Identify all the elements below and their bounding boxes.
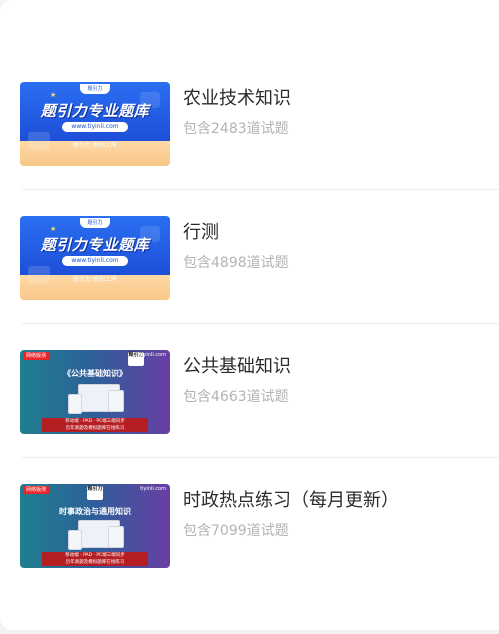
question-bank-card: ★ 题引力 题引力专业题库 www.tiyinli.com 题引力 助你上岸 农… bbox=[0, 0, 499, 630]
divider bbox=[22, 189, 499, 190]
thumbnail-banner: 移动端 · PAD · PC端三端同步 历年真题及模拟题库在线练习 bbox=[42, 418, 148, 432]
list-item-public-basics[interactable]: 网络版测 题引力 tiyinli.com 《公共基础知识》 移动端 · PAD … bbox=[0, 328, 499, 462]
brand-logo: 题引力 bbox=[80, 84, 110, 94]
banner-line: 移动端 · PAD · PC端三端同步 bbox=[65, 419, 125, 424]
thumbnail-caption: 时事政治与通用知识 bbox=[59, 507, 131, 516]
item-title[interactable]: 行测 bbox=[183, 218, 219, 244]
banner-line: 移动端 · PAD · PC端三端同步 bbox=[65, 553, 125, 558]
device-mockup bbox=[68, 384, 124, 414]
star-icon: ★ bbox=[50, 91, 57, 99]
item-question-count: 包含2483道试题 bbox=[183, 121, 289, 137]
question-bank-list: ★ 题引力 题引力专业题库 www.tiyinli.com 题引力 助你上岸 农… bbox=[0, 60, 499, 596]
tablet-screen bbox=[108, 390, 124, 412]
thumbnail-banner: 移动端 · PAD · PC端三端同步 历年真题及模拟题库在线练习 bbox=[42, 552, 148, 566]
item-title[interactable]: 公共基础知识 bbox=[183, 352, 291, 378]
banner-line: 历年真题及模拟题库在线练习 bbox=[65, 560, 125, 565]
thumbnail-image[interactable]: 网络版测 题引力 tiyinli.com 时事政治与通用知识 移动端 · PAD… bbox=[20, 484, 170, 568]
tablet-screen bbox=[108, 526, 124, 548]
thumbnail-image[interactable]: 网络版测 题引力 tiyinli.com 《公共基础知识》 移动端 · PAD … bbox=[20, 350, 170, 434]
thumbnail-tagline: 题引力 助你上岸 bbox=[73, 276, 117, 283]
item-title[interactable]: 农业技术知识 bbox=[183, 84, 291, 110]
item-question-count: 包含4663道试题 bbox=[183, 389, 289, 405]
thumbnail-domain: tiyinli.com bbox=[140, 352, 166, 358]
list-item-current-affairs[interactable]: 网络版测 题引力 tiyinli.com 时事政治与通用知识 移动端 · PAD… bbox=[0, 462, 499, 596]
divider bbox=[22, 457, 499, 458]
brand-logo: 题引力 bbox=[87, 486, 103, 500]
thumbnail-image[interactable]: ★ 题引力 题引力专业题库 www.tiyinli.com 题引力 助你上岸 bbox=[20, 216, 170, 300]
phone-screen bbox=[68, 530, 82, 550]
thumbnail-caption: 《公共基础知识》 bbox=[63, 369, 127, 378]
thumbnail-url: www.tiyinli.com bbox=[62, 122, 128, 132]
phone-screen bbox=[68, 394, 82, 414]
divider bbox=[22, 323, 499, 324]
item-title[interactable]: 时政热点练习（每月更新） bbox=[183, 486, 399, 512]
item-question-count: 包含7099道试题 bbox=[183, 523, 289, 539]
star-icon: ★ bbox=[50, 225, 57, 233]
list-item-aptitude-test[interactable]: ★ 题引力 题引力专业题库 www.tiyinli.com 题引力 助你上岸 行… bbox=[0, 194, 499, 328]
badge: 网络版测 bbox=[23, 486, 50, 494]
brand-logo: 题引力 bbox=[80, 218, 110, 228]
thumbnail-tagline: 题引力 助你上岸 bbox=[73, 142, 117, 149]
thumbnail-image[interactable]: ★ 题引力 题引力专业题库 www.tiyinli.com 题引力 助你上岸 bbox=[20, 82, 170, 166]
thumbnail-domain: tiyinli.com bbox=[140, 486, 166, 492]
list-item-agricultural-tech[interactable]: ★ 题引力 题引力专业题库 www.tiyinli.com 题引力 助你上岸 农… bbox=[0, 60, 499, 194]
banner-line: 历年真题及模拟题库在线练习 bbox=[65, 426, 125, 431]
device-mockup bbox=[68, 520, 124, 550]
thumbnail-url: www.tiyinli.com bbox=[62, 256, 128, 266]
item-question-count: 包含4898道试题 bbox=[183, 255, 289, 271]
badge: 网络版测 bbox=[23, 352, 50, 360]
thumbnail-headline: 题引力专业题库 bbox=[40, 102, 150, 120]
thumbnail-headline: 题引力专业题库 bbox=[40, 236, 150, 254]
